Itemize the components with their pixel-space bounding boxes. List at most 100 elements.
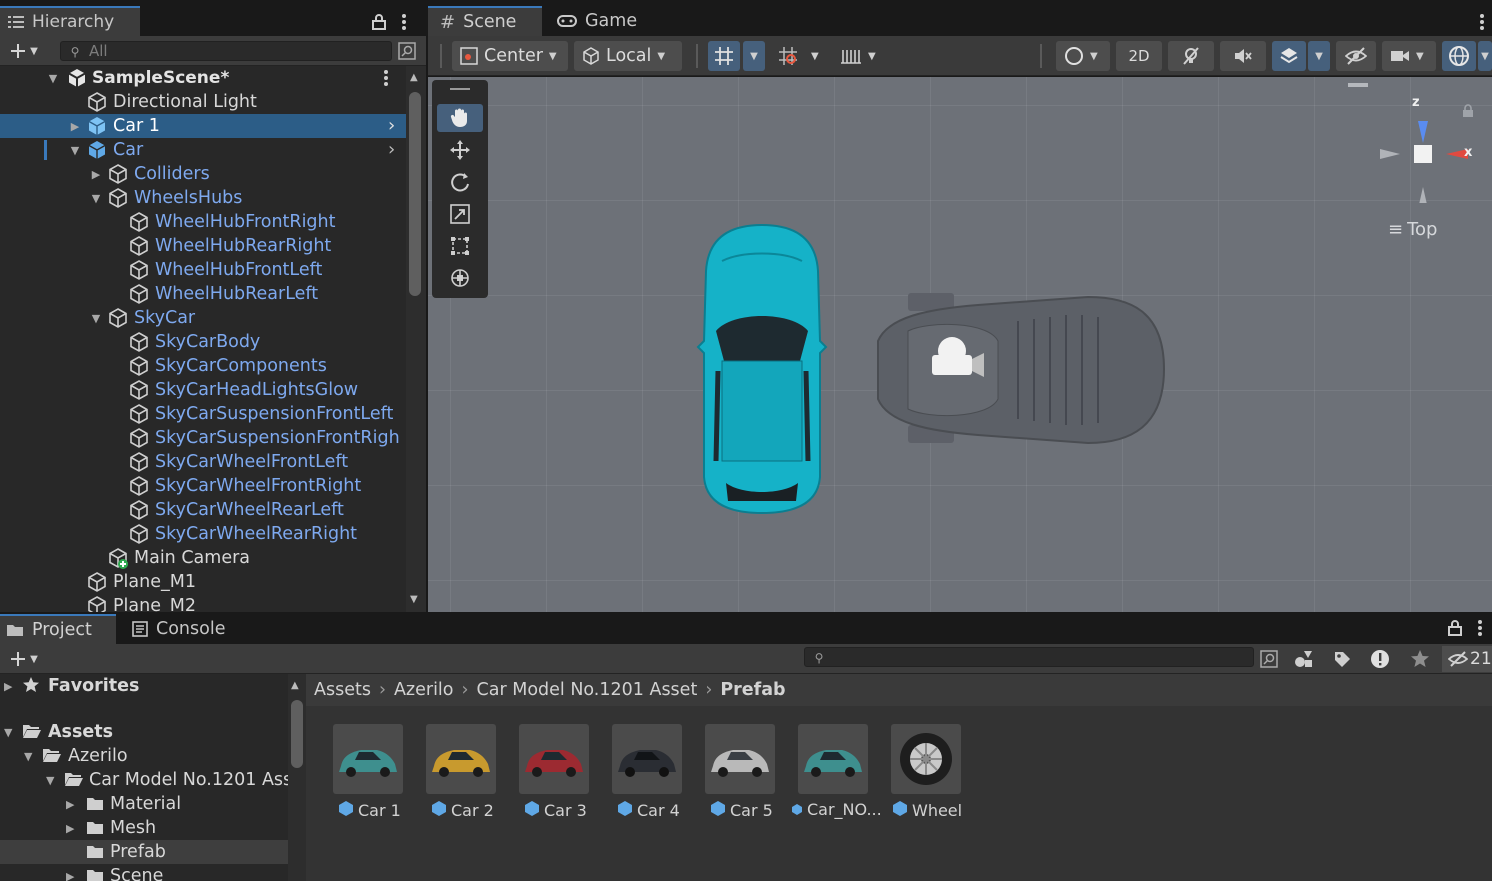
hierarchy-item-skycarwheelrearleft[interactable]: SkyCarWheelRearLeft (0, 498, 406, 522)
breadcrumb-azerilo[interactable]: Azerilo (394, 680, 454, 700)
add-button[interactable]: ▼ (4, 40, 44, 62)
scroll-down-icon[interactable]: ▼ (410, 594, 418, 605)
hierarchy-search-input[interactable]: ⚲ All (60, 41, 392, 61)
chevron-down-icon[interactable]: ▼ (89, 311, 103, 325)
chevron-down-icon[interactable]: ▼ (4, 726, 12, 739)
hierarchy-item-wheelhubrearleft[interactable]: WheelHubRearLeft (0, 282, 406, 306)
asset-car-3[interactable]: Car 3 (518, 724, 602, 824)
2d-toggle-button[interactable]: 2D (1116, 41, 1162, 71)
chevron-down-icon[interactable]: ▼ (24, 750, 32, 763)
move-tool-button[interactable] (437, 136, 483, 164)
hierarchy-item-wheelhubfrontright[interactable]: WheelHubFrontRight (0, 210, 406, 234)
gizmos-dropdown[interactable]: ▼ (1478, 41, 1492, 71)
hierarchy-item-skycarwheelrearright[interactable]: SkyCarWheelRearRight (0, 522, 406, 546)
audio-toggle-button[interactable] (1220, 41, 1266, 71)
breadcrumb-assets[interactable]: Assets (314, 680, 371, 700)
scene-row[interactable]: ▼ SampleScene* (0, 66, 406, 90)
filter-by-type-button[interactable] (1290, 646, 1318, 672)
hierarchy-item-skycarsuspensionfrontright[interactable]: SkyCarSuspensionFrontRigh (0, 426, 406, 450)
pivot-local-dropdown[interactable]: Local ▼ (574, 41, 682, 71)
hierarchy-item-main-camera[interactable]: Main Camera (0, 546, 406, 570)
chevron-right-icon[interactable]: ▶ (4, 680, 12, 693)
hierarchy-item-skycarbody[interactable]: SkyCarBody (0, 330, 406, 354)
chevron-down-icon[interactable]: ▼ (811, 51, 819, 62)
log-filter-button[interactable] (1366, 646, 1394, 672)
kebab-menu-icon[interactable] (396, 12, 412, 32)
scene-menu-icon[interactable] (380, 68, 392, 88)
tree-item-azerilo[interactable]: ▼ Azerilo (0, 744, 288, 768)
asset-wheel[interactable]: Wheel (890, 724, 974, 824)
pivot-center-dropdown[interactable]: Center ▼ (452, 41, 568, 71)
tab-game[interactable]: Game (545, 6, 655, 36)
grid-snap-button[interactable] (708, 41, 740, 71)
hierarchy-item-wheelhubfrontleft[interactable]: WheelHubFrontLeft (0, 258, 406, 282)
chevron-down-icon[interactable]: ▼ (68, 143, 82, 157)
scene-menu-icon[interactable] (1476, 12, 1488, 32)
hierarchy-item-wheelshubs[interactable]: ▼ WheelsHubs (0, 186, 406, 210)
grid-snap-dropdown[interactable]: ▼ (743, 41, 765, 71)
breadcrumb-prefab[interactable]: Prefab (720, 680, 785, 700)
project-search-input[interactable]: ⚲ (804, 647, 1254, 667)
hierarchy-scroll-thumb[interactable] (409, 92, 421, 296)
kebab-menu-icon[interactable] (1478, 620, 1482, 641)
hierarchy-item-plane-m2[interactable]: Plane_M2 (0, 594, 406, 612)
hidden-packages-toggle[interactable]: 21 (1442, 646, 1492, 672)
hierarchy-item-skycarwheelfrontright[interactable]: SkyCarWheelFrontRight (0, 474, 406, 498)
tree-item-scene[interactable]: ▶ Scene (0, 864, 288, 881)
hierarchy-item-car-1[interactable]: ▶ Car 1 › (0, 114, 406, 138)
tree-item-prefab[interactable]: Prefab (0, 840, 288, 864)
tree-item-mesh[interactable]: ▶ Mesh (0, 816, 288, 840)
tree-item-car-model[interactable]: ▼ Car Model No.1201 Ass (0, 768, 288, 792)
chevron-right-icon[interactable]: ▶ (68, 119, 82, 133)
search-options-icon[interactable] (396, 40, 418, 62)
hierarchy-item-wheelhubrearright[interactable]: WheelHubRearRight (0, 234, 406, 258)
chevron-down-icon[interactable]: ▼ (46, 774, 54, 787)
camera-settings-dropdown[interactable]: ▼ (1382, 41, 1436, 71)
effects-toggle-button[interactable] (1272, 41, 1306, 71)
tab-project[interactable]: Project (0, 614, 116, 644)
scroll-up-icon[interactable]: ▲ (291, 680, 299, 691)
tab-hierarchy[interactable]: Hierarchy (0, 6, 140, 36)
create-asset-button[interactable]: ▼ (4, 648, 44, 670)
favorite-button[interactable] (1406, 646, 1434, 672)
filter-by-label-button[interactable] (1328, 646, 1356, 672)
lock-icon[interactable] (370, 12, 388, 32)
asset-car-5[interactable]: Car 5 (704, 724, 788, 824)
rect-tool-button[interactable] (437, 232, 483, 260)
gizmos-toggle-button[interactable] (1442, 41, 1476, 71)
breadcrumb-car-model[interactable]: Car Model No.1201 Asset (477, 680, 698, 700)
transform-tool-button[interactable] (437, 264, 483, 292)
project-tree-scroll-thumb[interactable] (291, 700, 303, 768)
hierarchy-item-directional-light[interactable]: Directional Light (0, 90, 406, 114)
gizmo-view-label[interactable]: ≡ Top (1388, 219, 1437, 240)
car-1-model[interactable] (692, 221, 832, 517)
chevron-down-icon[interactable]: ▼ (46, 71, 60, 85)
hierarchy-item-skycar[interactable]: ▼ SkyCar (0, 306, 406, 330)
draw-mode-dropdown[interactable]: ▼ (1056, 41, 1110, 71)
chevron-right-icon[interactable]: ▶ (66, 870, 74, 881)
asset-car-2[interactable]: Car 2 (425, 724, 509, 824)
hierarchy-item-car[interactable]: ▼ Car › (0, 138, 406, 162)
scale-tool-button[interactable] (437, 200, 483, 228)
hierarchy-item-colliders[interactable]: ▶ Colliders (0, 162, 406, 186)
ruler-snap-dropdown[interactable]: ▼ (832, 41, 884, 71)
lighting-toggle-button[interactable] (1168, 41, 1214, 71)
tab-scene[interactable]: # Scene (428, 6, 542, 36)
search-options-icon[interactable] (1258, 648, 1280, 670)
hand-tool-button[interactable] (437, 104, 483, 132)
tree-item-assets[interactable]: ▼ Assets (0, 720, 288, 744)
chevron-right-icon[interactable]: ▶ (66, 798, 74, 811)
open-prefab-icon[interactable]: › (388, 115, 395, 136)
effects-dropdown[interactable]: ▼ (1308, 41, 1330, 71)
gizmo-drag-handle[interactable] (1348, 83, 1368, 87)
open-prefab-icon[interactable]: › (388, 139, 395, 160)
lock-icon[interactable] (1448, 620, 1462, 641)
hierarchy-item-skycarcomponents[interactable]: SkyCarComponents (0, 354, 406, 378)
overlay-drag-handle[interactable] (450, 88, 470, 92)
scroll-up-icon[interactable]: ▲ (410, 72, 418, 83)
chevron-right-icon[interactable]: ▶ (89, 167, 103, 181)
chevron-right-icon[interactable]: ▶ (66, 822, 74, 835)
increment-snap-button[interactable] (770, 41, 806, 71)
hierarchy-item-skycarwheelfrontleft[interactable]: SkyCarWheelFrontLeft (0, 450, 406, 474)
asset-car-no[interactable]: Car_NO... (792, 724, 882, 824)
